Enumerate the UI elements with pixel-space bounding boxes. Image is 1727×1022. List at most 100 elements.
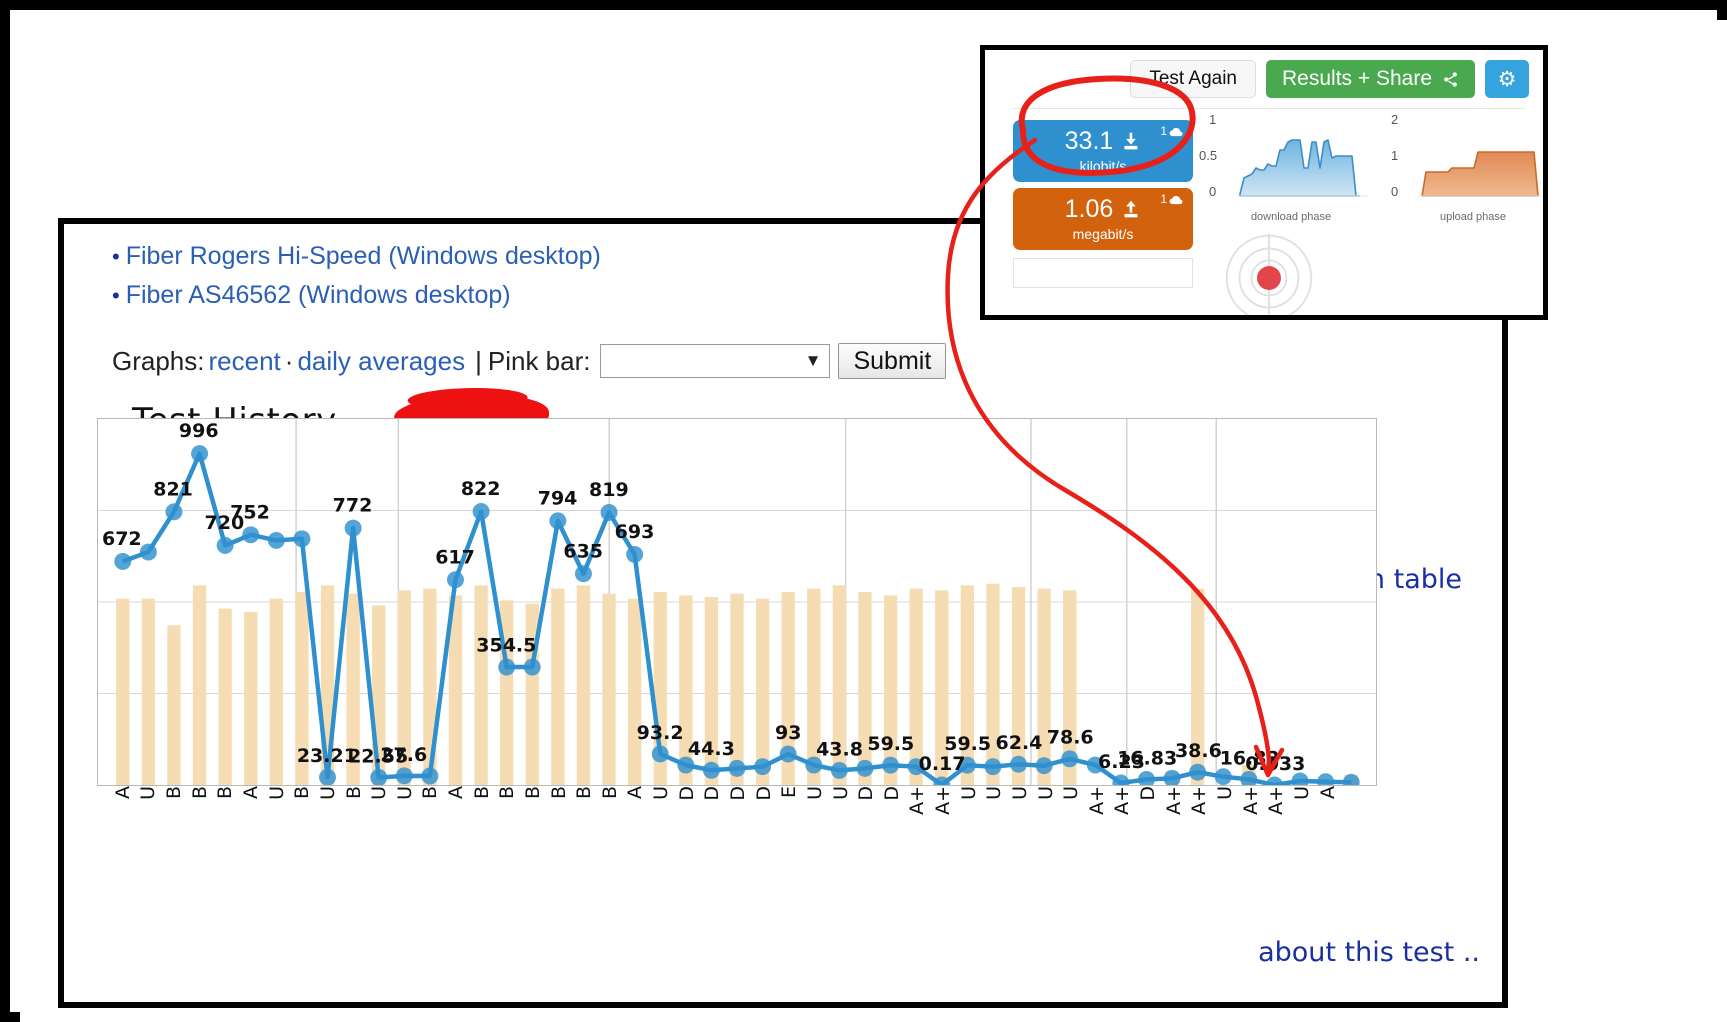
link-about-this-test[interactable]: about this test .. [1258, 937, 1480, 968]
widget-toolbar: Test Again Results + Share ⚙ [1130, 60, 1529, 98]
x-axis-tick-label: B [214, 786, 237, 800]
x-axis-tick-label: D [727, 786, 749, 801]
submit-button[interactable]: Submit [838, 343, 947, 379]
x-axis-tick-label: D [880, 786, 903, 801]
x-axis-tick-label: B [291, 786, 314, 800]
x-axis-tick-label: U [829, 786, 852, 800]
upload-result-card[interactable]: 1 1.06 megabit/s [1013, 188, 1193, 250]
canvas: • Fiber Rogers Hi-Speed (Windows desktop)… [20, 20, 1727, 1022]
x-axis-tick-label: A+ [1085, 786, 1108, 815]
bullet-icon: • [112, 244, 120, 269]
upload-cloud-badge: 1 [1160, 192, 1183, 206]
download-cloud-badge: 1 [1160, 124, 1183, 138]
x-axis-tick-label: U [265, 786, 288, 800]
x-axis-tick-label: A+ [1162, 786, 1185, 815]
x-axis-tick-label: B [573, 786, 596, 800]
graphs-toolbar: Graphs: recent · daily averages | Pink b… [112, 343, 947, 379]
x-axis-tick-label: A+ [1239, 786, 1262, 815]
ul-ytick-mid: 1 [1391, 148, 1399, 163]
download-badge-count: 1 [1160, 124, 1167, 138]
dl-phase-area [1238, 139, 1368, 197]
graphs-separator: · [284, 345, 294, 376]
ping-target-icon [1225, 233, 1313, 315]
widget-divider [1013, 108, 1525, 109]
test-again-button[interactable]: Test Again [1130, 60, 1256, 98]
x-axis-tick-label: A [1316, 786, 1339, 799]
x-axis-tick-label: A+ [906, 786, 929, 815]
download-speed-value-row: 33.1 [1064, 126, 1142, 155]
x-axis-tick-label: B [496, 786, 519, 800]
link-label[interactable]: Fiber Rogers Hi-Speed (Windows desktop) [126, 242, 601, 270]
download-speed-value: 33.1 [1064, 126, 1114, 155]
graphs-label: Graphs: [112, 345, 205, 376]
link-item-fiber-as46562[interactable]: • Fiber AS46562 (Windows desktop) [112, 281, 511, 310]
x-axis-tick-label: A [111, 786, 134, 799]
x-axis-tick-label: B [419, 786, 442, 800]
x-axis-tick-label: U [650, 786, 673, 800]
screenshot-frame: • Fiber Rogers Hi-Speed (Windows desktop)… [0, 0, 1727, 1022]
x-axis-tick-label: E [778, 786, 801, 799]
dl-ytick-bottom: 0 [1209, 184, 1217, 199]
chart-x-axis: A U B B B A U B U B U U B A B B B B B B A U D D D D E U U D D A+ A+ U U U U U… [97, 786, 1377, 846]
upload-icon [1124, 200, 1138, 217]
x-axis-tick-label: B [342, 786, 365, 800]
pink-bar-select[interactable]: ▼ [600, 344, 831, 378]
pink-bar-label: Pink bar: [487, 345, 591, 376]
bullet-icon: • [112, 283, 120, 308]
graphs-pipe: | [475, 345, 482, 376]
upload-badge-count: 1 [1160, 192, 1167, 206]
x-axis-tick-label: A+ [1265, 786, 1288, 815]
test-history-chart [97, 418, 1377, 786]
dl-ytick-mid: 0.5 [1199, 148, 1218, 163]
x-axis-tick-label: A+ [1111, 786, 1134, 815]
download-phase-label: download phase [1250, 211, 1332, 223]
x-axis-tick-label: D [855, 786, 878, 801]
x-axis-tick-label: U [1214, 786, 1237, 800]
x-axis-tick-label: U [137, 786, 160, 800]
x-axis-tick-label: B [521, 786, 544, 800]
x-axis-tick-label: A [624, 786, 647, 799]
link-item-fiber-rogers[interactable]: • Fiber Rogers Hi-Speed (Windows desktop) [112, 242, 601, 271]
x-axis-tick-label: B [188, 786, 211, 800]
ul-ytick-top: 2 [1391, 112, 1399, 127]
download-icon [1124, 132, 1138, 149]
ul-ytick-bottom: 0 [1391, 184, 1399, 199]
x-axis-tick-label: U [1290, 786, 1313, 800]
x-axis-tick-label: A+ [932, 786, 955, 815]
browser-page: • Fiber Rogers Hi-Speed (Windows desktop)… [58, 218, 1508, 1008]
x-axis-tick-label: U [957, 786, 980, 800]
cloud-icon [1169, 195, 1183, 204]
x-axis-tick-label: U [1060, 786, 1083, 800]
link-label[interactable]: Fiber AS46562 (Windows desktop) [126, 281, 511, 309]
x-axis-tick-label: D [701, 786, 724, 801]
results-share-label: Results + Share [1282, 67, 1432, 90]
download-phase-chart: 1 0.5 0 download phase [1199, 112, 1375, 223]
upload-speed-value: 1.06 [1064, 194, 1114, 223]
x-axis-tick-label: U [316, 786, 339, 800]
upload-unit: megabit/s [1072, 225, 1134, 242]
x-axis-tick-label: A [445, 786, 468, 799]
x-axis-tick-label: U [1008, 786, 1031, 800]
x-axis-tick-label: A [239, 786, 262, 799]
x-axis-tick-label: D [752, 786, 775, 801]
gear-icon: ⚙ [1497, 67, 1517, 91]
x-axis-tick-label: U [983, 786, 1006, 800]
upload-phase-label: upload phase [1439, 211, 1507, 223]
results-share-button[interactable]: Results + Share [1266, 60, 1475, 98]
x-axis-tick-label: B [598, 786, 621, 800]
download-unit: kilobit/s [1079, 157, 1127, 174]
share-icon [1444, 71, 1457, 87]
x-axis-tick-label: B [163, 786, 186, 800]
ul-phase-area [1418, 151, 1543, 197]
download-result-card[interactable]: 1 33.1 kilobit/s [1013, 120, 1193, 182]
speedtest-widget: Test Again Results + Share ⚙ 1 33.1 kilo… [980, 45, 1548, 320]
x-axis-tick-label: U [803, 786, 826, 800]
x-axis-tick-label: A+ [1188, 786, 1211, 815]
x-axis-tick-label: D [1137, 786, 1160, 801]
link-recent-graphs[interactable]: recent [209, 346, 281, 377]
settings-gear-button[interactable]: ⚙ [1485, 60, 1529, 98]
chart-plot-svg [98, 419, 1376, 785]
link-daily-averages[interactable]: daily averages [297, 346, 465, 377]
widget-blank-field[interactable] [1013, 258, 1193, 288]
x-axis-tick-label: U [368, 786, 391, 800]
